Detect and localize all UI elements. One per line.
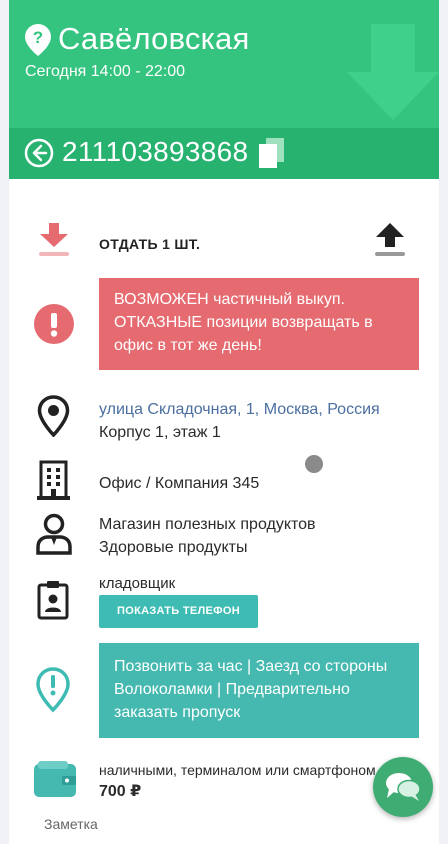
- download-watermark-icon: [347, 24, 439, 120]
- warning-icon: [34, 304, 74, 344]
- payment-methods: наличными, терминалом или смартфоном: [99, 762, 376, 778]
- upload-icon[interactable]: [373, 223, 407, 257]
- payment-amount: 700 ₽: [99, 783, 142, 800]
- partial-buyout-alert: ВОЗМОЖЕН частичный выкуп. ОТКАЗНЫЕ позиц…: [99, 278, 419, 370]
- touch-indicator: [303, 453, 325, 475]
- download-icon: [39, 223, 69, 256]
- chat-bubbles-icon: [386, 773, 421, 801]
- order-details-card: ОТДАТЬ 1 ШТ. ВОЗМОЖЕН частичный выкуп. О…: [9, 179, 439, 844]
- location-question-icon: ?: [25, 24, 51, 56]
- user-suit-icon: [36, 513, 72, 555]
- office-company: Офис / Компания 345: [99, 475, 260, 492]
- contact-role: кладовщик: [99, 575, 176, 592]
- id-badge-icon: [37, 581, 69, 620]
- location-alert-icon: [36, 667, 70, 713]
- map-pin-icon: [37, 395, 70, 437]
- recipient-line-2: Здоровые продукты: [99, 539, 248, 556]
- office-building-icon: [37, 460, 70, 500]
- back-arrow-icon[interactable]: [24, 138, 54, 168]
- recipient-line-1: Магазин полезных продуктов: [99, 516, 316, 533]
- give-count-label: ОТДАТЬ 1 ШТ.: [99, 236, 201, 252]
- station-title: Савёловская: [58, 21, 250, 56]
- wallet-icon: [34, 761, 76, 797]
- building-floor: Корпус 1, этаж 1: [99, 424, 221, 441]
- note-label: Заметка: [44, 816, 98, 832]
- schedule-text: Сегодня 14:00 - 22:00: [25, 63, 186, 80]
- address-link[interactable]: улица Складочная, 1, Москва, Россия: [99, 401, 380, 419]
- station-header: ? Савёловская Сегодня 14:00 - 22:00: [9, 0, 439, 128]
- svg-text:?: ?: [33, 28, 43, 47]
- show-phone-button[interactable]: ПОКАЗАТЬ ТЕЛЕФОН: [99, 595, 258, 628]
- copy-icon[interactable]: [259, 138, 285, 168]
- order-bar: 211103893868: [9, 128, 439, 179]
- order-number: 211103893868: [62, 136, 249, 167]
- delivery-instructions: Позвонить за час | Заезд со стороны Воло…: [99, 643, 419, 738]
- chat-button[interactable]: [373, 757, 433, 817]
